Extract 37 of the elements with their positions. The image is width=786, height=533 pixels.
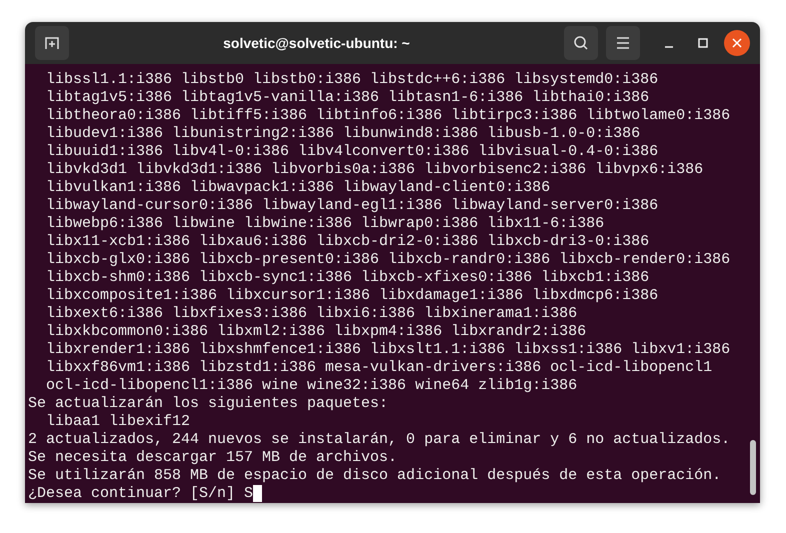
terminal-line: libwebp6:i386 libwine libwine:i386 libwrap0:i386 libx11-6:i386 [45, 215, 604, 233]
terminal-line: libtheora0:i386 libtiff5:i386 libtinfo6:i386 libtirpc3:i386 libtwolame0:i386 [45, 107, 730, 125]
terminal-line: ¿Desea continuar? [S/n] S [28, 485, 254, 503]
close-button[interactable] [724, 30, 750, 56]
terminal-line: libxext6:i386 libxfixes3:i386 libxi6:i386 libxinerama1:i386 [45, 305, 578, 323]
minimize-icon [664, 46, 674, 48]
terminal-line: libx11-xcb1:i386 libxau6:i386 libxcb-dri2-0:i386 libxcb-dri3-0:i386 [45, 233, 650, 251]
terminal-line: libxcb-shm0:i386 libxcb-sync1:i386 libxcb-xfixes0:i386 libxcb1:i386 [45, 269, 650, 287]
menu-icon [616, 37, 630, 49]
search-icon [573, 35, 589, 51]
new-tab-icon [44, 35, 60, 51]
terminal-line: libaa1 libexif12 [45, 413, 190, 431]
close-icon [732, 38, 742, 48]
menu-button[interactable] [606, 26, 640, 60]
terminal-line: libudev1:i386 libunistring2:i386 libunwind8:i386 libusb-1.0-0:i386 [45, 125, 640, 143]
terminal-line: libxrender1:i386 libxshmfence1:i386 libxslt1.1:i386 libxss1:i386 libxv1:i386 [45, 341, 730, 359]
terminal-line: libtag1v5:i386 libtag1v5-vanilla:i386 libtasn1-6:i386 libthai0:i386 [45, 89, 650, 107]
terminal-line: libvulkan1:i386 libwavpack1:i386 libwayland-client0:i386 [45, 179, 550, 197]
terminal-line: libssl1.1:i386 libstb0 libstb0:i386 libstdc++6:i386 libsystemd0:i386 [45, 71, 658, 89]
scrollbar[interactable] [750, 440, 756, 495]
new-tab-button[interactable] [35, 26, 69, 60]
terminal-line: 2 actualizados, 244 nuevos se instalarán, 0 para eliminar y 6 no actualizados. [28, 431, 730, 449]
terminal-line: Se necesita descargar 157 MB de archivos. [28, 449, 398, 467]
terminal-line: libxcomposite1:i386 libxcursor1:i386 libxdamage1:i386 libxdmcp6:i386 [45, 287, 658, 305]
terminal-line: ocl-icd-libopencl1:i386 wine wine32:i386 wine64 zlib1g:i386 [45, 377, 578, 395]
window-title: solvetic@solvetic-ubuntu: ~ [222, 34, 411, 52]
search-button[interactable] [564, 26, 598, 60]
terminal-line: libuuid1:i386 libv4l-0:i386 libv4lconvert0:i386 libvisual-0.4-0:i386 [45, 143, 658, 161]
terminal-line: libwayland-cursor0:i386 libwayland-egl1:i386 libwayland-server0:i386 [45, 197, 658, 215]
text-cursor [253, 485, 262, 502]
terminal-line: libvkd3d1 libvkd3d1:i386 libvorbis0a:i386 libvorbisenc2:i386 libvpx6:i386 [45, 161, 704, 179]
terminal-line: libxkbcommon0:i386 libxml2:i386 libxpm4:i386 libxrandr2:i386 [45, 323, 586, 341]
terminal-line: libxxf86vm1:i386 libzstd1:i386 mesa-vulkan-drivers:i386 ocl-icd-libopencl1 [45, 359, 712, 377]
maximize-icon [698, 38, 708, 48]
terminal-line: Se utilizarán 858 MB de espacio de disco adicional después de esta operación. [28, 467, 722, 485]
terminal-line: Se actualizarán los siguientes paquetes: [28, 395, 388, 413]
terminal-line: libxcb-glx0:i386 libxcb-present0:i386 libxcb-randr0:i386 libxcb-render0:i386 [45, 251, 730, 269]
